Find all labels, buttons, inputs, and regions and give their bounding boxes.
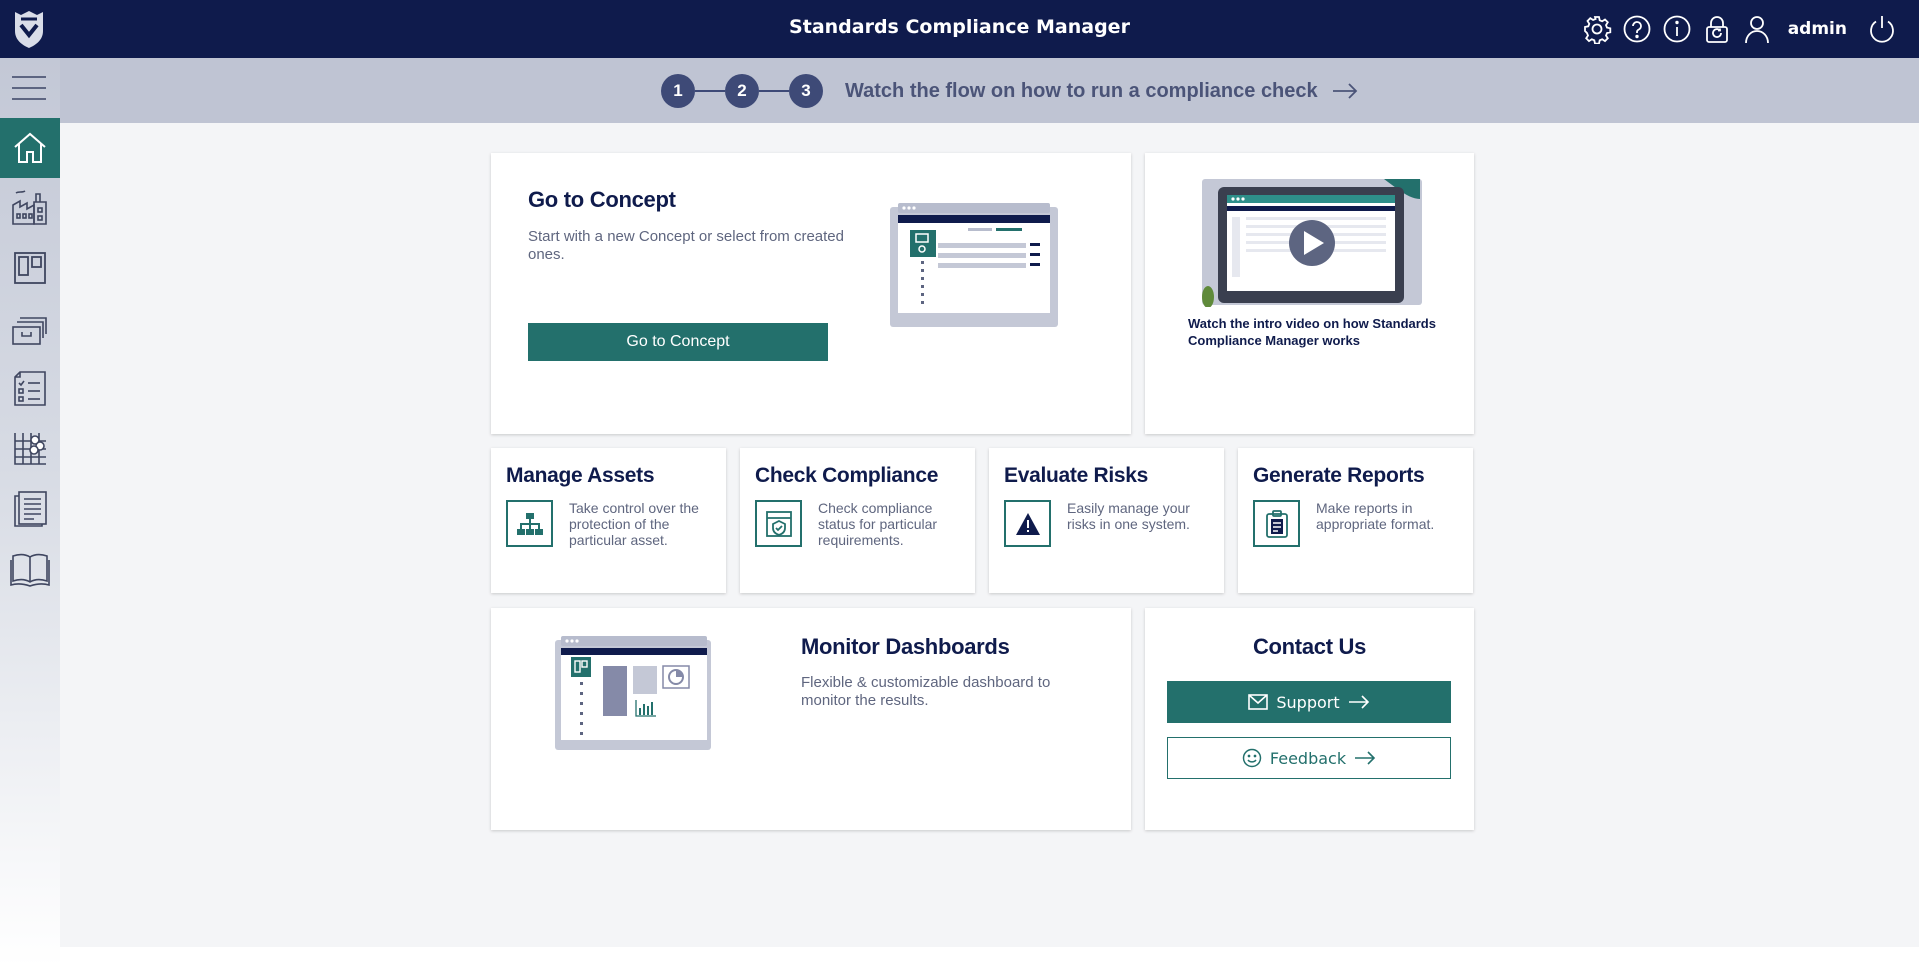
onboarding-steps-banner: 1 2 3 Watch the flow on how to run a com… — [60, 58, 1919, 123]
evaluate-risks-card[interactable]: Evaluate Risks Easily manage your risks … — [989, 448, 1224, 593]
manage-assets-card[interactable]: Manage Assets Take control over the prot… — [491, 448, 726, 593]
sidebar-item-checklist[interactable] — [0, 358, 60, 418]
watch-flow-link[interactable]: Watch the flow on how to run a complianc… — [845, 80, 1358, 103]
info-icon[interactable] — [1662, 14, 1692, 44]
generate-reports-title: Generate Reports — [1253, 464, 1425, 487]
header-actions: admin — [1572, 0, 1919, 58]
settings-icon[interactable] — [1582, 14, 1612, 44]
intro-video-caption: Watch the intro video on how Standards C… — [1188, 316, 1436, 348]
dashboard-illustration — [553, 636, 713, 757]
factory-icon — [12, 190, 47, 225]
concept-card: Go to Concept Start with a new Concept o… — [491, 153, 1131, 434]
clipboard-icon — [1253, 500, 1300, 547]
home-icon — [14, 132, 46, 163]
step-3[interactable]: 3 — [789, 74, 823, 108]
watch-flow-text: Watch the flow on how to run a complianc… — [845, 79, 1318, 102]
smiley-icon — [1242, 748, 1262, 768]
help-icon[interactable] — [1622, 14, 1652, 44]
generate-reports-card[interactable]: Generate Reports Make reports in appropr… — [1238, 448, 1473, 593]
sidebar-item-reports[interactable] — [0, 478, 60, 538]
report-list-icon — [14, 491, 47, 527]
lock-icon[interactable] — [1702, 14, 1732, 44]
menu-toggle-icon[interactable] — [12, 74, 46, 104]
monitor-dashboards-title: Monitor Dashboards — [801, 634, 1010, 659]
intro-video-thumbnail[interactable] — [1200, 177, 1424, 312]
power-icon[interactable] — [1867, 14, 1897, 44]
step-connector — [759, 90, 789, 92]
manage-assets-title: Manage Assets — [506, 464, 655, 487]
feedback-button[interactable]: Feedback — [1167, 737, 1451, 779]
step-connector — [695, 90, 725, 92]
top-bar: Standards Compliance Manager admin — [0, 0, 1919, 58]
compliance-icon — [755, 500, 802, 547]
check-compliance-title: Check Compliance — [755, 464, 939, 487]
user-icon[interactable] — [1742, 14, 1772, 44]
main-content: Go to Concept Start with a new Concept o… — [60, 123, 1919, 947]
concept-illustration — [888, 203, 1060, 334]
intro-video-card[interactable]: Watch the intro video on how Standards C… — [1145, 153, 1474, 434]
grid-icon — [14, 433, 46, 465]
step-2[interactable]: 2 — [725, 74, 759, 108]
sidebar-item-archive[interactable] — [0, 298, 60, 358]
contact-us-card: Contact Us Support Feedback — [1145, 608, 1474, 830]
arrow-right-icon — [1355, 751, 1376, 765]
concept-title: Go to Concept — [528, 187, 676, 212]
book-icon — [10, 553, 50, 587]
hierarchy-icon — [506, 500, 553, 547]
support-button[interactable]: Support — [1167, 681, 1451, 723]
envelope-icon — [1248, 694, 1269, 710]
manage-assets-description: Take control over the protection of the … — [569, 500, 699, 548]
evaluate-risks-title: Evaluate Risks — [1004, 464, 1149, 487]
feedback-label: Feedback — [1269, 748, 1347, 768]
support-label: Support — [1276, 692, 1340, 712]
sidebar-item-boards[interactable] — [0, 238, 60, 298]
check-compliance-description: Check compliance status for particular r… — [818, 500, 938, 548]
username[interactable]: admin — [1788, 19, 1847, 39]
generate-reports-description: Make reports in appropriate format. — [1316, 500, 1435, 532]
step-1[interactable]: 1 — [661, 74, 695, 108]
sidebar-item-home[interactable] — [0, 118, 60, 178]
arrow-right-icon — [1332, 83, 1357, 99]
monitor-dashboards-card[interactable]: Monitor Dashboards Flexible & customizab… — [491, 608, 1131, 830]
warning-icon — [1004, 500, 1051, 547]
go-to-concept-button[interactable]: Go to Concept — [528, 323, 828, 361]
arrow-right-icon — [1348, 695, 1369, 709]
archive-icon — [12, 317, 47, 345]
concept-description: Start with a new Concept or select from … — [528, 228, 844, 263]
sidebar-item-guide[interactable] — [0, 538, 60, 598]
sidebar-item-grid[interactable] — [0, 418, 60, 478]
checklist-icon — [14, 371, 46, 406]
check-compliance-card[interactable]: Check Compliance Check compliance status… — [740, 448, 975, 593]
steps: 1 2 3 Watch the flow on how to run a com… — [661, 73, 1358, 109]
sidebar — [0, 58, 60, 967]
board-icon — [14, 252, 46, 284]
monitor-dashboards-description: Flexible & customizable dashboard to mon… — [801, 674, 1051, 709]
contact-us-title: Contact Us — [1252, 634, 1367, 659]
evaluate-risks-description: Easily manage your risks in one system. — [1067, 500, 1190, 532]
sidebar-item-factory[interactable] — [0, 178, 60, 238]
